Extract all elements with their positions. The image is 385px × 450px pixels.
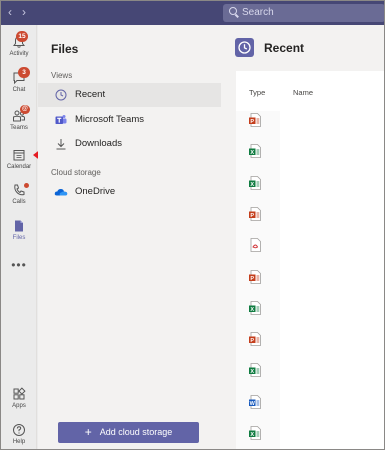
recent-files-table: Type Name P X X P P X P X W X: [236, 71, 384, 449]
svg-text:X: X: [250, 307, 254, 313]
svg-text:X: X: [250, 181, 254, 187]
powerpoint-file-icon[interactable]: P: [249, 113, 261, 127]
back-arrow-icon[interactable]: ‹: [8, 5, 12, 19]
powerpoint-file-icon[interactable]: P: [249, 206, 261, 221]
rail-label-chat: Chat: [12, 87, 26, 93]
app-rail: 15 Activity 3 Chat @ Teams Calendar Call…: [1, 25, 37, 449]
forward-arrow-icon[interactable]: ›: [22, 5, 26, 19]
nav-item-onedrive[interactable]: OneDrive: [38, 180, 221, 204]
chat-badge: 3: [18, 67, 30, 78]
rail-label-help: Help: [12, 439, 26, 445]
add-cloud-storage-button[interactable]: + Add cloud storage: [58, 422, 199, 443]
powerpoint-file-icon[interactable]: P: [249, 332, 261, 346]
svg-text:W: W: [250, 400, 256, 406]
files-pane: Files Views Recent Microsoft Teams Downl…: [38, 25, 221, 449]
excel-file-icon[interactable]: X: [249, 175, 261, 190]
rail-label-files: Files: [12, 235, 26, 241]
excel-file-icon[interactable]: X: [249, 426, 261, 440]
files-title: Files: [51, 42, 79, 56]
svg-text:P: P: [250, 275, 254, 281]
column-header-name[interactable]: Name: [293, 88, 313, 97]
activity-badge: 15: [16, 31, 28, 42]
excel-file-icon[interactable]: X: [249, 300, 261, 315]
nav-label-downloads: Downloads: [75, 138, 122, 149]
word-file-icon[interactable]: W: [249, 394, 261, 409]
svg-text:P: P: [250, 119, 254, 125]
title-bar: ‹ › Search: [1, 1, 384, 25]
svg-text:X: X: [250, 432, 254, 438]
svg-text:P: P: [250, 213, 254, 219]
rail-item-apps[interactable]: Apps: [1, 387, 37, 421]
nav-item-recent[interactable]: Recent: [38, 83, 221, 107]
download-icon: [56, 139, 66, 150]
cloud-storage-section-label: Cloud storage: [51, 168, 101, 177]
nav-item-downloads[interactable]: Downloads: [38, 132, 221, 156]
rail-item-help[interactable]: Help: [1, 423, 37, 449]
calendar-icon: [13, 150, 25, 161]
column-header-type[interactable]: Type: [249, 88, 265, 97]
excel-file-icon[interactable]: X: [249, 144, 261, 159]
nav-label-recent: Recent: [75, 89, 106, 100]
calls-notification-dot: [24, 183, 29, 188]
clock-icon: [55, 89, 67, 101]
search-input[interactable]: Search: [223, 4, 384, 22]
rail-item-files[interactable]: Files: [1, 219, 37, 253]
more-icon: •••: [11, 258, 27, 272]
file-type-column: P X X P P X P X W X: [236, 111, 280, 449]
recent-clock-icon: [235, 38, 254, 57]
rail-item-teams[interactable]: @ Teams: [1, 105, 37, 143]
rail-label-teams: Teams: [10, 125, 28, 131]
excel-file-icon[interactable]: X: [249, 363, 261, 378]
teams-mention-badge: @: [20, 105, 30, 114]
recent-pane: Recent Type Name P X X P P X P X W X: [221, 25, 384, 449]
svg-text:P: P: [250, 338, 254, 344]
file-icon: [15, 220, 23, 232]
nav-item-microsoft-teams[interactable]: Microsoft Teams: [38, 108, 221, 132]
plus-icon: +: [84, 425, 92, 439]
nav-label-onedrive: OneDrive: [75, 186, 116, 197]
rail-label-activity: Activity: [9, 51, 29, 57]
nav-label-microsoft-teams: Microsoft Teams: [75, 114, 144, 125]
svg-text:X: X: [250, 369, 254, 375]
powerpoint-file-icon[interactable]: P: [249, 269, 261, 284]
teams-window: ‹ › Search 15 Activity 3 Chat @ Teams Ca…: [0, 0, 385, 450]
recent-title: Recent: [264, 41, 305, 55]
rail-item-activity[interactable]: 15 Activity: [1, 31, 37, 69]
views-section-label: Views: [51, 71, 73, 80]
rail-more-button[interactable]: •••: [1, 258, 37, 276]
rail-label-calls: Calls: [12, 199, 26, 205]
add-cloud-storage-label: Add cloud storage: [99, 427, 173, 437]
microsoft-teams-icon: [55, 115, 67, 124]
rail-label-apps: Apps: [12, 403, 26, 409]
apps-icon: [13, 387, 26, 400]
onedrive-icon: [54, 188, 68, 196]
search-placeholder: Search: [242, 7, 274, 18]
help-icon: [13, 424, 25, 436]
search-icon: [229, 7, 237, 15]
svg-text:X: X: [250, 150, 254, 156]
rail-item-chat[interactable]: 3 Chat: [1, 67, 37, 105]
rail-item-calls[interactable]: Calls: [1, 183, 37, 217]
pdf-file-icon[interactable]: [249, 238, 261, 253]
